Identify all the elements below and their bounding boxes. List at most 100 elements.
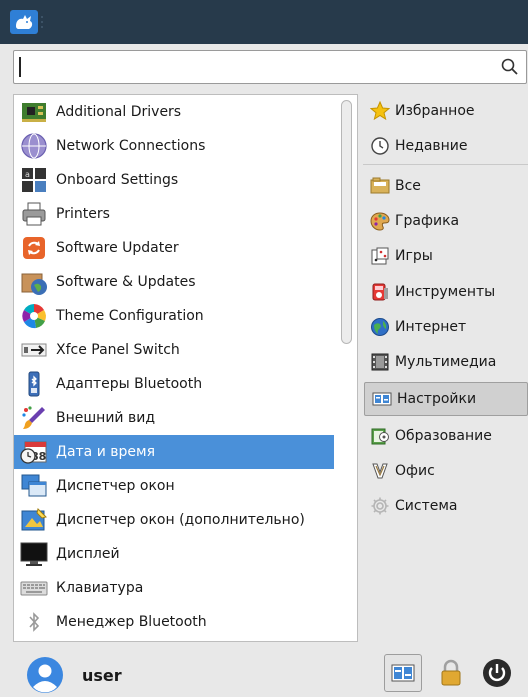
app-label: Внешний вид [56, 410, 156, 426]
category-tools[interactable]: Инструменты [363, 275, 528, 309]
category-games[interactable]: Игры [363, 239, 528, 273]
app-item-printers[interactable]: Printers [14, 197, 334, 231]
circuit-board-icon [18, 96, 50, 128]
category-divider [363, 164, 528, 165]
settings-panel-icon [391, 664, 415, 682]
app-label: Менеджер Bluetooth [56, 614, 207, 630]
category-label: Настройки [397, 391, 477, 407]
category-graphics[interactable]: Графика [363, 204, 528, 238]
app-label: Onboard Settings [56, 172, 179, 188]
monitor-icon [18, 538, 50, 570]
app-label: Диспетчер окон [56, 478, 175, 494]
lock-screen-button[interactable] [432, 654, 470, 692]
settings-panel-icon [371, 388, 393, 410]
category-label: Избранное [395, 103, 475, 119]
app-label: Клавиатура [56, 580, 144, 596]
lock-icon [441, 659, 461, 686]
category-label: Инструменты [395, 284, 496, 300]
app-label: Xfce Panel Switch [56, 342, 180, 358]
search-input[interactable] [18, 56, 488, 78]
category-label: Недавние [395, 138, 468, 154]
app-item-keyboard[interactable]: Клавиатура [14, 571, 334, 605]
tools-icon [369, 281, 391, 303]
color-wheel-icon [18, 300, 50, 332]
category-label: Все [395, 178, 421, 194]
folder-icon [369, 175, 391, 197]
globe-icon [369, 316, 391, 338]
bottom-bar: user [0, 644, 528, 697]
text-cursor [19, 57, 21, 77]
app-label: Theme Configuration [56, 308, 204, 324]
windows-icon [18, 470, 50, 502]
network-globe-icon [18, 130, 50, 162]
app-item-date-and-time[interactable]: 88 Дата и время [14, 435, 334, 469]
app-label: Дата и время [56, 444, 155, 460]
app-item-software-updater[interactable]: Software Updater [14, 231, 334, 265]
app-label: Printers [56, 206, 110, 222]
search-box[interactable] [13, 50, 527, 84]
gear-icon [369, 495, 391, 517]
film-icon [369, 351, 391, 373]
app-item-window-manager[interactable]: Диспетчер окон [14, 469, 334, 503]
category-education[interactable]: Образование [363, 419, 528, 453]
category-label: Офис [395, 463, 435, 479]
scrollbar-thumb[interactable] [341, 100, 352, 344]
settings-manager-button[interactable] [384, 654, 422, 692]
app-label: Software Updater [56, 240, 179, 256]
category-label: Образование [395, 428, 492, 444]
paint-brush-icon [18, 402, 50, 434]
box-globe-icon [18, 266, 50, 298]
category-label: Графика [395, 213, 460, 229]
education-icon [369, 425, 391, 447]
app-label: Software & Updates [56, 274, 196, 290]
app-item-bluetooth-adapters[interactable]: Адаптеры Bluetooth [14, 367, 334, 401]
category-label: Система [395, 498, 458, 514]
power-icon [483, 659, 511, 687]
palette-icon [369, 210, 391, 232]
app-label: Additional Drivers [56, 104, 182, 120]
log-out-button[interactable] [478, 654, 516, 692]
app-label: Network Connections [56, 138, 206, 154]
printer-icon [18, 198, 50, 230]
app-item-bluetooth-manager[interactable]: Менеджер Bluetooth [14, 605, 334, 639]
app-item-xfce-panel-switch[interactable]: Xfce Panel Switch [14, 333, 334, 367]
keyboard-grid-icon: a [18, 164, 50, 196]
search-icon[interactable] [500, 57, 520, 77]
category-internet[interactable]: Интернет [363, 310, 528, 344]
category-favorites[interactable]: Избранное [363, 94, 528, 128]
clock-history-icon [369, 135, 391, 157]
app-item-additional-drivers[interactable]: Additional Drivers [14, 95, 334, 129]
avatar[interactable] [27, 657, 63, 693]
keyboard-icon [18, 572, 50, 604]
panel-switch-icon [18, 334, 50, 366]
windows-tweaks-icon [18, 504, 50, 536]
application-list[interactable]: Additional Drivers Network Connections a… [13, 94, 358, 642]
top-panel [0, 0, 528, 44]
category-label: Игры [395, 248, 433, 264]
app-item-display[interactable]: Дисплей [14, 537, 334, 571]
app-item-window-manager-tweaks[interactable]: Диспетчер окон (дополнительно) [14, 503, 334, 537]
games-icon [369, 245, 391, 267]
star-icon [369, 100, 391, 122]
category-office[interactable]: Офис [363, 454, 528, 488]
update-arrows-icon [18, 232, 50, 264]
app-item-theme-configuration[interactable]: Theme Configuration [14, 299, 334, 333]
category-multimedia[interactable]: Мультимедиа [363, 345, 528, 379]
category-recent[interactable]: Недавние [363, 129, 528, 163]
office-icon [369, 460, 391, 482]
bluetooth-icon [18, 606, 50, 638]
app-item-appearance[interactable]: Внешний вид [14, 401, 334, 435]
category-label: Мультимедиа [395, 354, 497, 370]
category-all[interactable]: Все [363, 169, 528, 203]
svg-text:a: a [25, 170, 30, 179]
bluetooth-adapter-icon [18, 368, 50, 400]
app-item-software-and-updates[interactable]: Software & Updates [14, 265, 334, 299]
category-settings[interactable]: Настройки [364, 382, 528, 416]
app-label: Адаптеры Bluetooth [56, 376, 203, 392]
xfce-logo-icon[interactable] [10, 10, 48, 34]
app-item-onboard-settings[interactable]: a Onboard Settings [14, 163, 334, 197]
category-system[interactable]: Система [363, 489, 528, 523]
calendar-clock-icon: 88 [18, 436, 50, 468]
app-label: Диспетчер окон (дополнительно) [56, 512, 305, 528]
app-item-network-connections[interactable]: Network Connections [14, 129, 334, 163]
